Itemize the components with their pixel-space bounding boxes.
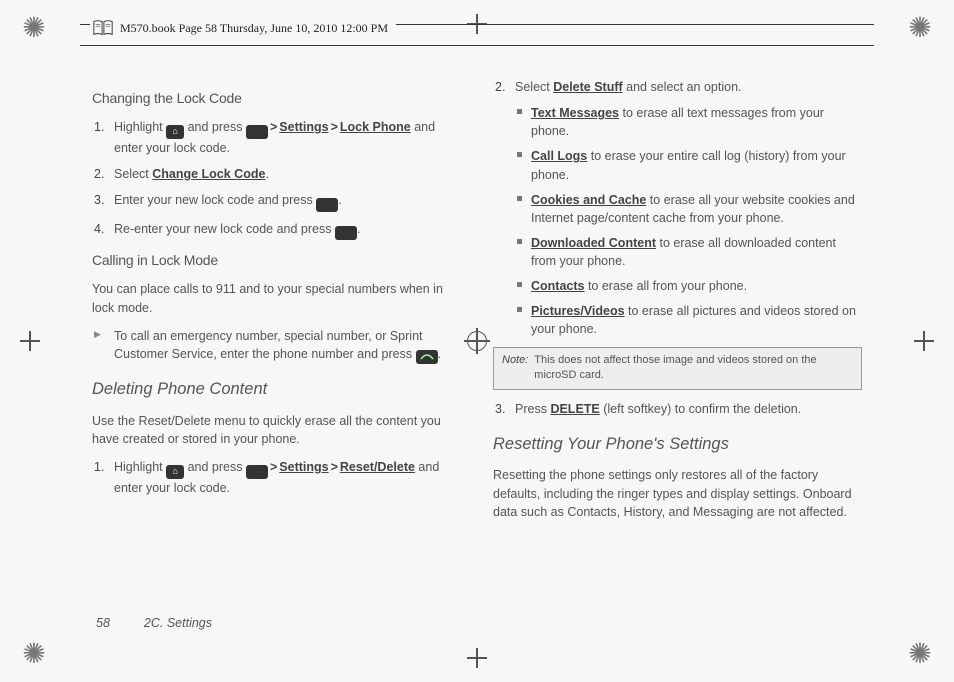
chevron-right-icon: > <box>329 120 340 134</box>
crop-mark-left <box>20 331 40 351</box>
crop-mark-br: ✺ <box>906 640 934 668</box>
right-column: 2. Select Delete Stuff and select an opt… <box>493 78 862 616</box>
bullet-emergency: To call an emergency number, special num… <box>114 327 461 364</box>
left-column: Changing the Lock Code 1. Highlight ⌂ an… <box>92 78 461 616</box>
crop-mark-bl: ✺ <box>20 640 48 668</box>
page-number: 58 <box>96 616 110 630</box>
nav-lock-phone: Lock Phone <box>340 120 411 134</box>
crop-mark-tr: ✺ <box>906 14 934 42</box>
nav-settings: Settings <box>279 460 328 474</box>
chevron-right-icon: > <box>329 460 340 474</box>
note-body: This does not affect those image and vid… <box>534 353 853 385</box>
book-icon <box>92 18 114 38</box>
heading-changing-lock-code: Changing the Lock Code <box>92 88 461 108</box>
ok-key-icon <box>335 226 357 240</box>
opt-contacts: Contacts to erase all from your phone. <box>531 277 862 295</box>
opt-call-logs: Call Logs to erase your entire call log … <box>531 147 862 183</box>
crop-mark-right <box>914 331 934 351</box>
crop-mark-bottom <box>476 648 478 668</box>
bookplate: M570.book Page 58 Thursday, June 10, 201… <box>90 16 396 40</box>
step-1: 1. Highlight ⌂ and press >Settings>Lock … <box>114 118 461 157</box>
heading-calling-lock-mode: Calling in Lock Mode <box>92 250 461 270</box>
step-2: 2. Select Change Lock Code. <box>114 165 461 183</box>
section-label: 2C. Settings <box>144 616 212 630</box>
opt-text-messages: Text Messages to erase all text messages… <box>531 104 862 140</box>
opt-cookies-cache: Cookies and Cache to erase all your webs… <box>531 191 862 227</box>
chevron-right-icon: > <box>268 120 279 134</box>
step-3r: 3. Press DELETE (left softkey) to confir… <box>515 400 862 418</box>
step-4: 4. Re-enter your new lock code and press… <box>114 220 461 241</box>
home-icon: ⌂ <box>166 465 184 479</box>
para-resetting: Resetting the phone settings only restor… <box>493 466 862 520</box>
ok-key-icon <box>316 198 338 212</box>
ui-change-lock-code: Change Lock Code <box>152 167 265 181</box>
nav-settings: Settings <box>279 120 328 134</box>
ui-delete-stuff: Delete Stuff <box>553 80 622 94</box>
chevron-right-icon: > <box>268 460 279 474</box>
page-footer: 58 2C. Settings <box>96 616 212 630</box>
para-deleting: Use the Reset/Delete menu to quickly era… <box>92 412 461 448</box>
note-box: Note: This does not affect those image a… <box>493 347 862 391</box>
para-lock-mode: You can place calls to 911 and to your s… <box>92 280 461 316</box>
nav-reset-delete: Reset/Delete <box>340 460 415 474</box>
ui-delete-softkey: DELETE <box>550 402 599 416</box>
home-icon: ⌂ <box>166 125 184 139</box>
heading-deleting-content: Deleting Phone Content <box>92 378 461 402</box>
ok-key-icon <box>246 125 268 139</box>
bookplate-text: M570.book Page 58 Thursday, June 10, 201… <box>120 21 388 36</box>
heading-resetting: Resetting Your Phone's Settings <box>493 433 862 457</box>
step-1b: 1. Highlight ⌂ and press >Settings>Reset… <box>114 458 461 497</box>
step-3: 3. Enter your new lock code and press . <box>114 191 461 212</box>
opt-downloaded-content: Downloaded Content to erase all download… <box>531 234 862 270</box>
crop-mark-tl: ✺ <box>20 14 48 42</box>
ok-key-icon <box>246 465 268 479</box>
note-label: Note: <box>502 353 528 385</box>
step-2r: 2. Select Delete Stuff and select an opt… <box>515 78 862 339</box>
call-key-icon <box>416 350 438 364</box>
opt-pictures-videos: Pictures/Videos to erase all pictures an… <box>531 302 862 338</box>
